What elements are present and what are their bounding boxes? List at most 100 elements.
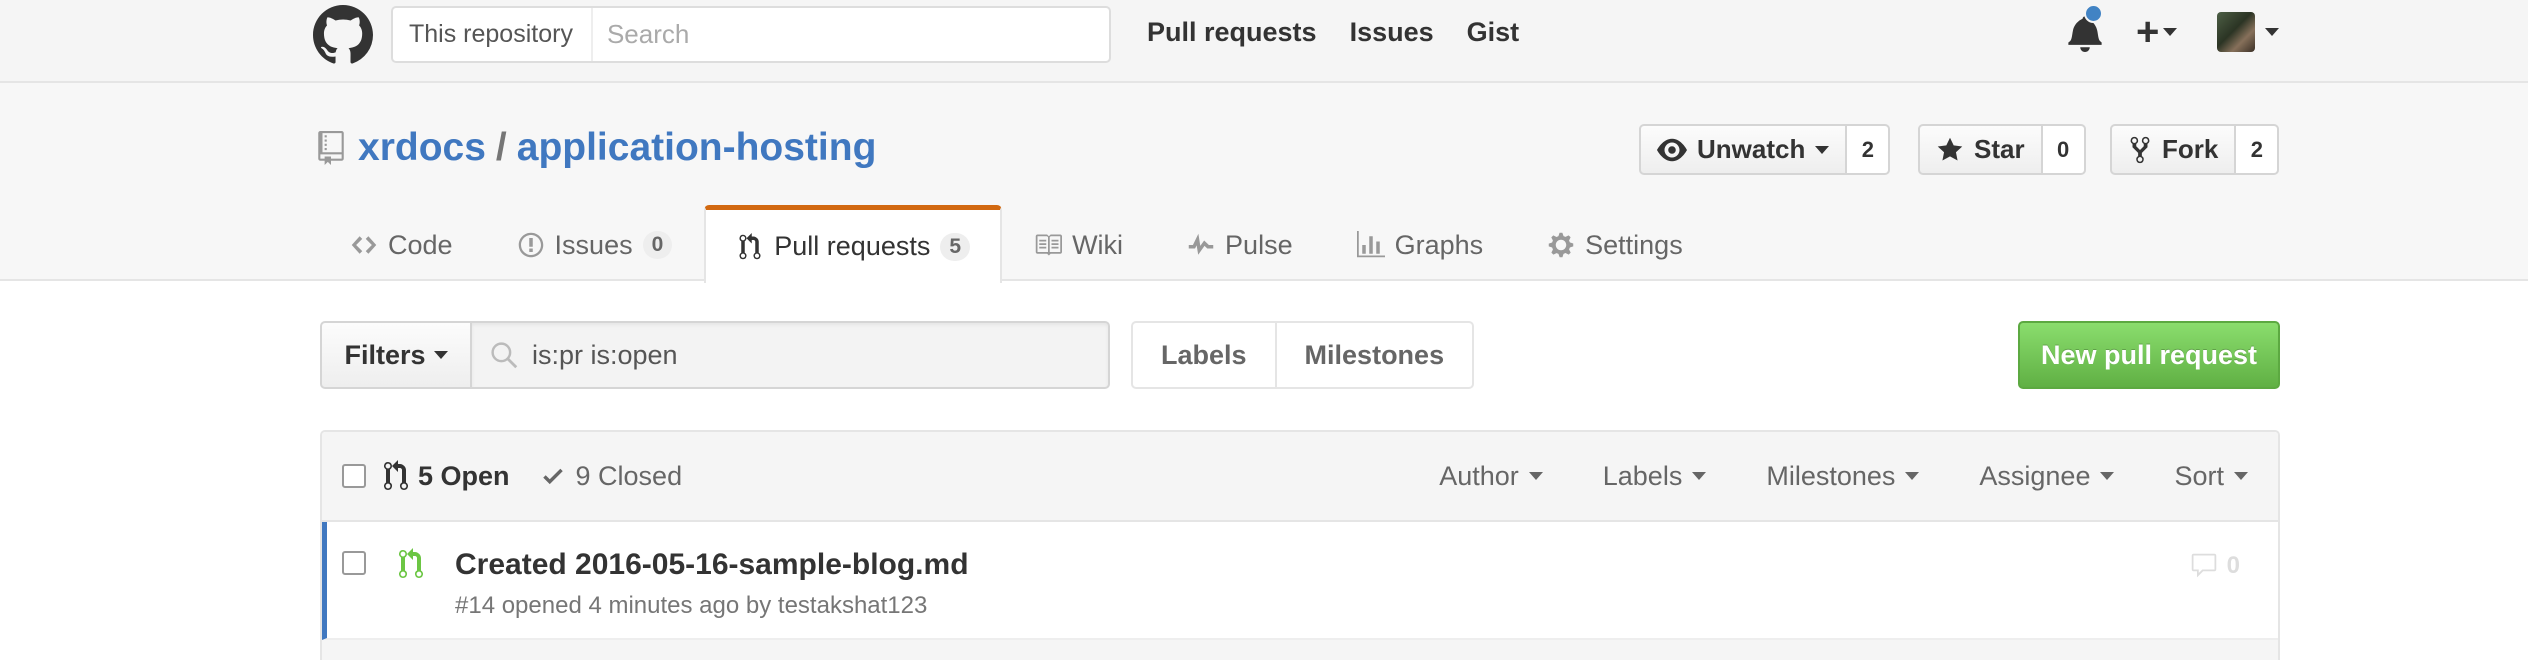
- milestones-link[interactable]: Milestones: [1276, 321, 1475, 389]
- tab-pulse-label: Pulse: [1225, 229, 1293, 260]
- chevron-down-icon: [1692, 472, 1707, 480]
- nav-gist[interactable]: Gist: [1467, 14, 1520, 50]
- pull-requests-counter: 5: [940, 232, 971, 261]
- avatar: [2217, 12, 2255, 52]
- issues-counter: 0: [642, 231, 673, 259]
- plus-icon: +: [2136, 10, 2160, 54]
- tab-wiki-label: Wiki: [1072, 229, 1124, 260]
- author-filter-label: Author: [1439, 460, 1519, 491]
- watchers-count[interactable]: 2: [1847, 124, 1891, 175]
- author-filter[interactable]: Author: [1439, 461, 1543, 492]
- select-all-checkbox[interactable]: [342, 464, 366, 488]
- chevron-down-icon: [2163, 28, 2178, 36]
- repo-head: xrdocs / application-hosting Unwatch 2 S…: [0, 83, 2528, 283]
- tab-graphs[interactable]: Graphs: [1325, 207, 1516, 281]
- closed-count-label: 9 Closed: [575, 460, 683, 491]
- tab-settings[interactable]: Settings: [1515, 207, 1715, 281]
- filters-group: Filters: [320, 321, 1110, 389]
- assignee-filter[interactable]: Assignee: [1979, 460, 2115, 492]
- filters-label: Filters: [344, 339, 426, 370]
- tab-code[interactable]: Code: [318, 207, 485, 281]
- search-input[interactable]: [592, 8, 1109, 61]
- repo-icon: [318, 131, 344, 165]
- chevron-down-icon: [1528, 472, 1543, 480]
- tab-pull-requests-label: Pull requests: [774, 231, 931, 261]
- state-toggles: 5 Open 9 Closed: [384, 432, 682, 520]
- labels-filter[interactable]: Labels: [1603, 461, 1707, 492]
- pr-checkbox[interactable]: [342, 551, 366, 575]
- issues-search-input[interactable]: [532, 339, 1090, 371]
- new-pull-request-button[interactable]: New pull request: [2018, 321, 2280, 389]
- labels-filter-label: Labels: [1602, 460, 1683, 491]
- closed-prs-link[interactable]: 9 Closed: [540, 460, 683, 492]
- repo-owner-link[interactable]: xrdocs: [358, 123, 486, 173]
- git-pull-request-icon: [384, 460, 408, 490]
- github-logo-icon[interactable]: [313, 5, 373, 65]
- git-pull-request-open-icon: [399, 548, 423, 578]
- site-header: This repository Pull requests Issues Gis…: [0, 0, 2528, 83]
- repo-name-link[interactable]: application-hosting: [517, 123, 877, 173]
- site-search: This repository: [391, 6, 1111, 63]
- tab-issues[interactable]: Issues 0: [485, 207, 705, 281]
- tab-pull-requests[interactable]: Pull requests 5: [704, 205, 1003, 283]
- forks-count[interactable]: 2: [2236, 124, 2280, 175]
- tab-issues-label: Issues: [554, 229, 633, 260]
- eye-icon: [1657, 138, 1687, 161]
- fork-group: Fork 2: [2110, 124, 2280, 175]
- unwatch-button[interactable]: Unwatch: [1639, 124, 1848, 175]
- open-prs-link[interactable]: 5 Open: [384, 460, 510, 492]
- open-count-label: 5 Open: [418, 460, 510, 491]
- list-item-partial: [322, 640, 2278, 660]
- chevron-down-icon: [2100, 472, 2115, 480]
- create-new-menu[interactable]: +: [2136, 10, 2178, 54]
- check-icon: [542, 468, 563, 485]
- sort-filter[interactable]: Sort: [2174, 461, 2248, 492]
- search-icon: [491, 342, 518, 369]
- comment-count-link[interactable]: 0: [2189, 552, 2240, 580]
- tab-settings-label: Settings: [1585, 229, 1683, 260]
- scope-label: This repository: [393, 8, 593, 61]
- filters-button[interactable]: Filters: [320, 321, 472, 389]
- list-item: Created 2016-05-16-sample-blog.md #14 op…: [322, 522, 2278, 640]
- tab-graphs-label: Graphs: [1394, 229, 1484, 260]
- gear-icon: [1548, 232, 1574, 258]
- nav-issues[interactable]: Issues: [1350, 14, 1434, 50]
- comment-icon: [2191, 553, 2216, 578]
- chevron-down-icon: [2265, 28, 2279, 36]
- repo-title: xrdocs / application-hosting: [318, 123, 876, 173]
- filter-field: [472, 321, 1110, 389]
- stargazers-count[interactable]: 0: [2042, 124, 2086, 175]
- pulse-icon: [1188, 233, 1214, 255]
- comment-count: 0: [2226, 552, 2240, 579]
- star-group: Star 0: [1918, 124, 2086, 175]
- pr-meta: #14 opened 4 minutes ago by testakshat12…: [455, 592, 928, 619]
- nav-pull-requests[interactable]: Pull requests: [1147, 14, 1317, 50]
- header-nav: Pull requests Issues Gist: [1147, 14, 1519, 50]
- star-button[interactable]: Star: [1918, 124, 2043, 175]
- assignee-filter-label: Assignee: [1979, 460, 2091, 491]
- labels-link[interactable]: Labels: [1131, 321, 1277, 389]
- labels-milestones-group: Labels Milestones: [1131, 321, 1475, 389]
- user-menu[interactable]: [2217, 12, 2279, 52]
- list-header: 5 Open 9 Closed Author Labels Milestones: [322, 432, 2278, 522]
- git-pull-request-icon: [739, 232, 761, 259]
- pr-title-link[interactable]: Created 2016-05-16-sample-blog.md: [455, 548, 969, 582]
- fork-button[interactable]: Fork: [2110, 124, 2237, 175]
- fork-icon: [2130, 136, 2150, 163]
- unwatch-label: Unwatch: [1697, 134, 1806, 164]
- issue-opened-icon: [518, 232, 543, 258]
- tab-pulse[interactable]: Pulse: [1155, 207, 1325, 281]
- star-icon: [1937, 137, 1963, 160]
- path-separator: /: [495, 126, 507, 169]
- star-label: Star: [1974, 134, 2025, 164]
- tab-wiki[interactable]: Wiki: [1002, 207, 1155, 281]
- milestones-filter[interactable]: Milestones: [1766, 460, 1920, 492]
- sort-filter-label: Sort: [2174, 460, 2224, 491]
- chevron-down-icon: [1905, 472, 1920, 480]
- list-filters: Author Labels Milestones Assignee Sort: [1439, 432, 2248, 520]
- milestones-filter-label: Milestones: [1766, 460, 1896, 491]
- chevron-down-icon: [433, 351, 448, 359]
- graph-icon: [1356, 231, 1385, 258]
- repo-nav: Code Issues 0 Pull requests 5 Wiki Pulse…: [318, 205, 1715, 283]
- watch-group: Unwatch 2: [1639, 124, 1891, 175]
